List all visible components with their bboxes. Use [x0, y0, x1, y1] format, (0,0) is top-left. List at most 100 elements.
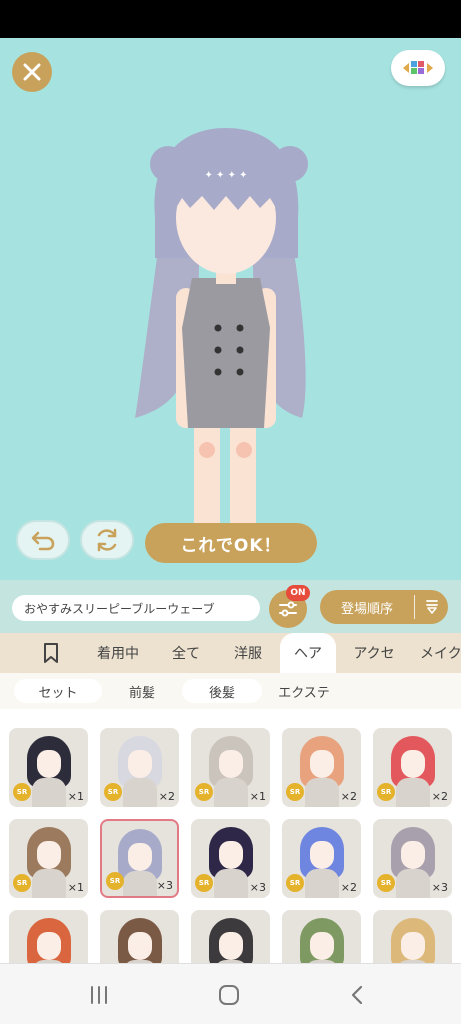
color-palette-button[interactable]: [391, 50, 445, 86]
mannequin-face: [309, 932, 334, 960]
hair-item[interactable]: SR ×3: [373, 819, 452, 898]
mannequin-body: [122, 871, 157, 896]
rarity-badge: SR: [13, 874, 31, 892]
tab-hair[interactable]: ヘア: [280, 633, 336, 673]
recent-apps-button[interactable]: [84, 980, 114, 1010]
item-count: ×3: [156, 879, 173, 892]
close-button[interactable]: [12, 52, 52, 92]
tab-bookmark[interactable]: [30, 633, 72, 673]
outfit-name-bar: おやすみスリーピーブルーウェーブ ON 登場順序: [0, 580, 461, 633]
tab-wearing[interactable]: 着用中: [88, 633, 148, 673]
mannequin-body: [31, 778, 66, 807]
hair-item[interactable]: SR ×3: [100, 819, 179, 898]
mannequin-face: [400, 750, 425, 778]
mannequin-face: [127, 932, 152, 960]
tab-all[interactable]: 全て: [160, 633, 212, 673]
subtab-bangs[interactable]: 前髪: [102, 679, 182, 703]
outfit-name: おやすみスリーピーブルーウェーブ: [12, 595, 260, 621]
mannequin-face: [218, 932, 243, 960]
undo-icon: [31, 531, 55, 551]
hair-item[interactable]: SR ×3: [191, 819, 270, 898]
home-button[interactable]: [214, 980, 244, 1010]
sliders-icon: [279, 601, 297, 617]
sort-direction-icon[interactable]: [415, 599, 448, 615]
mannequin-face: [36, 841, 61, 869]
bookmark-icon: [44, 643, 58, 663]
hair-item[interactable]: [9, 910, 88, 963]
mannequin-face: [218, 750, 243, 778]
confirm-ok-button[interactable]: これでOK！: [145, 523, 317, 563]
tab-accessories[interactable]: アクセ: [344, 633, 404, 673]
mannequin-face: [309, 750, 334, 778]
item-count: ×2: [340, 790, 357, 803]
mannequin-body: [304, 778, 339, 807]
rarity-badge: SR: [195, 874, 213, 892]
item-count: ×2: [340, 881, 357, 894]
item-count: ×2: [431, 790, 448, 803]
mannequin-face: [36, 932, 61, 960]
mannequin-face: [400, 932, 425, 960]
tab-makeup[interactable]: メイク: [420, 633, 461, 673]
hair-item[interactable]: SR ×1: [191, 728, 270, 807]
mannequin-face: [400, 841, 425, 869]
item-count: ×1: [67, 881, 84, 894]
rarity-badge: SR: [377, 874, 395, 892]
system-nav-bar: [0, 963, 461, 1024]
mannequin-body: [122, 778, 157, 807]
rarity-badge: SR: [377, 783, 395, 801]
avatar-figure: ✦ ✦ ✦ ✦: [135, 128, 308, 554]
undo-button[interactable]: [16, 520, 70, 560]
item-count: ×3: [431, 881, 448, 894]
mannequin-body: [213, 778, 248, 807]
rarity-badge: SR: [195, 783, 213, 801]
mannequin-face: [36, 750, 61, 778]
mannequin-body: [31, 869, 66, 898]
filter-on-badge: ON: [286, 585, 310, 601]
status-bar: [0, 0, 461, 38]
rarity-badge: SR: [286, 874, 304, 892]
mannequin-face: [218, 841, 243, 869]
hair-item[interactable]: SR ×2: [282, 819, 361, 898]
hair-item[interactable]: [373, 910, 452, 963]
subtab-back-hair[interactable]: 後髪: [182, 679, 262, 703]
mannequin-body: [304, 869, 339, 898]
hair-item[interactable]: [100, 910, 179, 963]
mannequin-face: [127, 750, 152, 778]
item-grid: SR ×1 SR ×2 SR ×1 SR ×2 SR ×2 SR ×1 SR ×3 SR ×3 SR ×2 SR ×3: [0, 709, 461, 963]
refresh-icon: [97, 528, 117, 552]
sort-label: 登場順序: [340, 601, 393, 617]
svg-text:✦ ✦ ✦ ✦: ✦ ✦ ✦ ✦: [204, 170, 247, 181]
mannequin-face: [127, 843, 152, 871]
hair-item[interactable]: SR ×1: [9, 819, 88, 898]
mannequin-body: [395, 869, 430, 898]
hair-item[interactable]: SR ×2: [373, 728, 452, 807]
sort-order-button[interactable]: 登場順序: [320, 590, 448, 624]
hair-item[interactable]: SR ×2: [282, 728, 361, 807]
subtab-extensions[interactable]: エクステ: [262, 679, 346, 703]
back-button[interactable]: [342, 980, 372, 1010]
tab-clothes[interactable]: 洋服: [222, 633, 274, 673]
rarity-badge: SR: [286, 783, 304, 801]
item-count: ×1: [249, 790, 266, 803]
rarity-badge: SR: [106, 872, 124, 890]
hair-item[interactable]: SR ×1: [9, 728, 88, 807]
hair-item[interactable]: [191, 910, 270, 963]
home-icon: [219, 985, 239, 1005]
mannequin-body: [395, 778, 430, 807]
shuffle-button[interactable]: [80, 520, 134, 560]
hair-item[interactable]: [282, 910, 361, 963]
subtab-set[interactable]: セット: [14, 679, 102, 703]
item-count: ×1: [67, 790, 84, 803]
recent-apps-icon: [91, 986, 107, 1004]
hair-subtabs: セット 前髪 後髪 エクステ: [0, 673, 461, 709]
mannequin-body: [213, 869, 248, 898]
mannequin-face: [309, 841, 334, 869]
palette-icon: [403, 61, 433, 74]
back-icon: [351, 985, 363, 1005]
avatar-stage: ✦ ✦ ✦ ✦ これでOK！: [0, 38, 461, 580]
rarity-badge: SR: [104, 783, 122, 801]
hair-item[interactable]: SR ×2: [100, 728, 179, 807]
item-count: ×2: [158, 790, 175, 803]
item-count: ×3: [249, 881, 266, 894]
rarity-badge: SR: [13, 783, 31, 801]
